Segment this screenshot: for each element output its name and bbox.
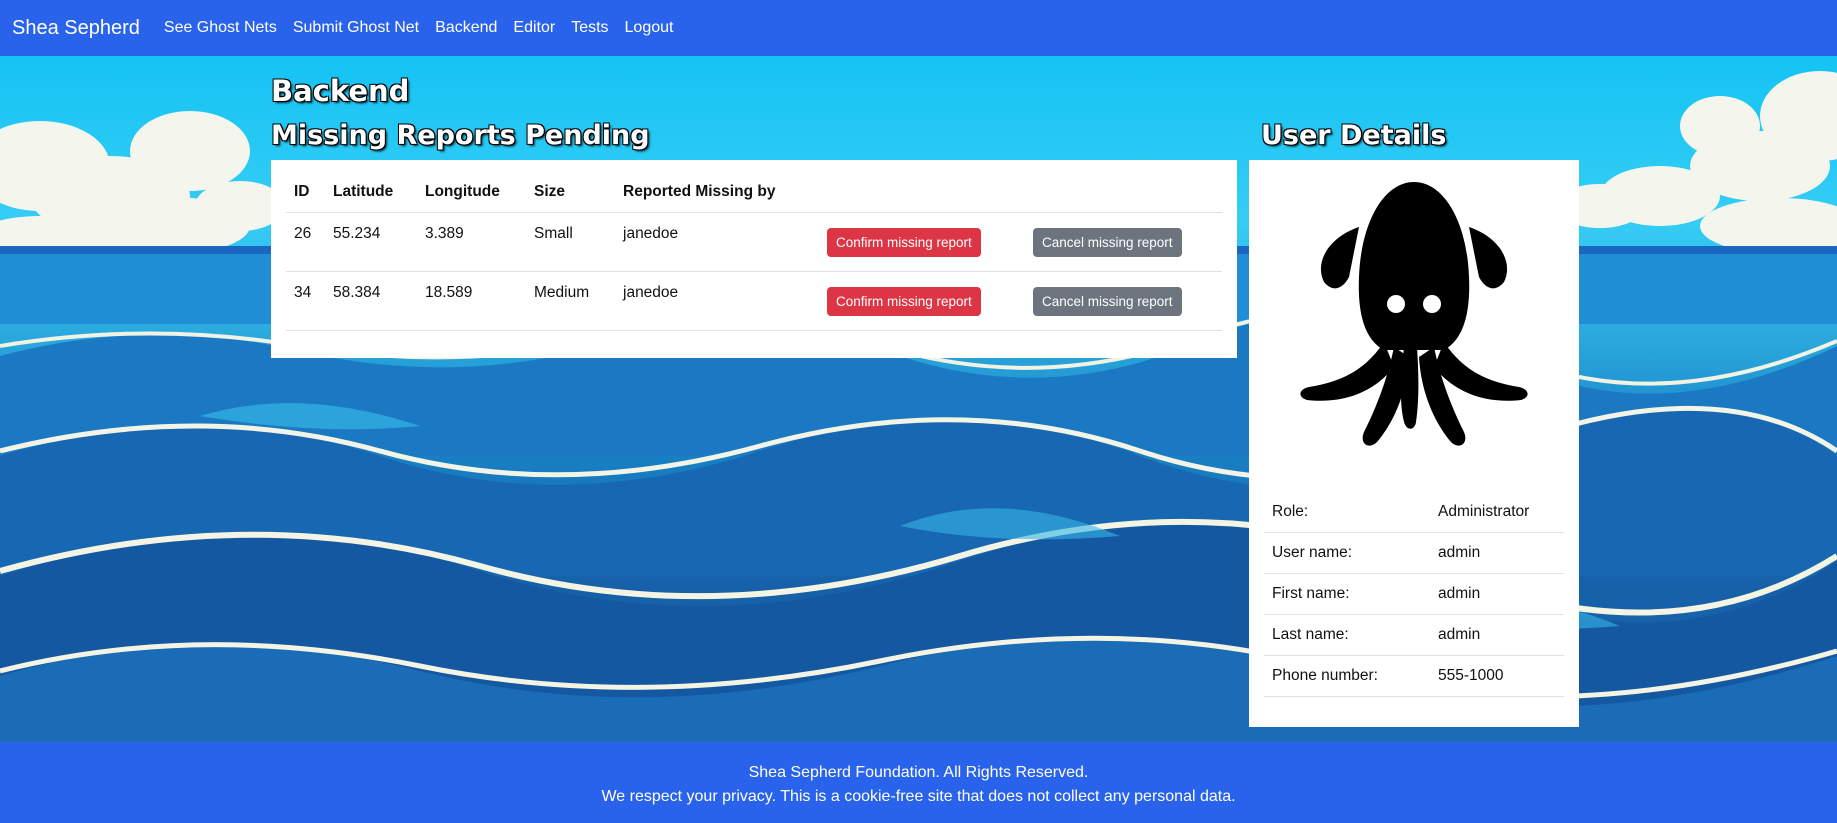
confirm-missing-report-button[interactable]: Confirm missing report: [827, 228, 981, 257]
table-header-row: ID Latitude Longitude Size Reported Miss…: [286, 170, 1222, 213]
brand-link[interactable]: Shea Sepherd: [12, 17, 140, 40]
cell-latitude: 58.384: [325, 271, 417, 331]
detail-label: User name:: [1264, 532, 1430, 574]
cell-longitude: 18.589: [417, 271, 526, 331]
cell-latitude: 55.234: [325, 212, 417, 272]
pending-reports-table: ID Latitude Longitude Size Reported Miss…: [286, 170, 1222, 331]
clouds-left: [0, 111, 285, 266]
detail-label: First name:: [1264, 573, 1430, 615]
detail-value: 555-1000: [1430, 655, 1564, 697]
detail-value: admin: [1430, 532, 1564, 574]
footer-copyright: Shea Sepherd Foundation. All Rights Rese…: [748, 764, 1089, 781]
cell-id: 34: [286, 271, 325, 331]
detail-label: Last name:: [1264, 614, 1430, 656]
detail-row-first-name: First name: admin: [1264, 573, 1564, 615]
table-row: 26 55.234 3.389 Small janedoe Confirm mi…: [286, 212, 1222, 272]
clouds-right: [1555, 71, 1837, 254]
cell-size: Medium: [526, 271, 615, 331]
cell-reported-by: janedoe: [615, 271, 819, 331]
navbar: Shea Sepherd See Ghost Nets Submit Ghost…: [0, 0, 1837, 56]
user-details-card: Role: Administrator User name: admin Fir…: [1249, 160, 1579, 727]
footer: Shea Sepherd Foundation. All Rights Rese…: [0, 742, 1837, 823]
confirm-missing-report-button[interactable]: Confirm missing report: [827, 287, 981, 316]
col-header-id: ID: [286, 170, 325, 213]
cell-longitude: 3.389: [417, 212, 526, 272]
col-header-cancel: [1025, 170, 1222, 213]
detail-row-last-name: Last name: admin: [1264, 614, 1564, 656]
nav-link-tests[interactable]: Tests: [571, 19, 608, 37]
cancel-missing-report-button[interactable]: Cancel missing report: [1033, 228, 1182, 257]
cell-id: 26: [286, 212, 325, 272]
cell-confirm: Confirm missing report: [819, 271, 1025, 331]
squid-icon: [1300, 182, 1528, 446]
detail-label: Role:: [1264, 492, 1430, 533]
user-details-table: Role: Administrator User name: admin Fir…: [1264, 492, 1564, 697]
footer-privacy-note: We respect your privacy. This is a cooki…: [601, 788, 1236, 805]
cancel-missing-report-button[interactable]: Cancel missing report: [1033, 287, 1182, 316]
detail-value: admin: [1430, 614, 1564, 656]
nav-link-submit-ghost-net[interactable]: Submit Ghost Net: [293, 19, 419, 37]
nav-link-see-ghost-nets[interactable]: See Ghost Nets: [164, 19, 277, 37]
nav-link-editor[interactable]: Editor: [513, 19, 555, 37]
col-header-size: Size: [526, 170, 615, 213]
table-row: 34 58.384 18.589 Medium janedoe Confirm …: [286, 271, 1222, 331]
col-header-confirm: [819, 170, 1025, 213]
nav-link-logout[interactable]: Logout: [625, 19, 674, 37]
cell-cancel: Cancel missing report: [1025, 271, 1222, 331]
user-details-heading: User Details: [1261, 120, 1447, 151]
cell-size: Small: [526, 212, 615, 272]
nav-link-backend[interactable]: Backend: [435, 19, 497, 37]
cell-cancel: Cancel missing report: [1025, 212, 1222, 272]
pending-reports-card: ID Latitude Longitude Size Reported Miss…: [271, 160, 1237, 358]
detail-value: admin: [1430, 573, 1564, 615]
page-title: Backend: [271, 74, 410, 108]
pending-reports-heading: Missing Reports Pending: [271, 120, 650, 151]
detail-row-username: User name: admin: [1264, 532, 1564, 574]
col-header-longitude: Longitude: [417, 170, 526, 213]
detail-row-phone: Phone number: 555-1000: [1264, 655, 1564, 697]
col-header-latitude: Latitude: [325, 170, 417, 213]
cell-confirm: Confirm missing report: [819, 212, 1025, 272]
detail-value: Administrator: [1430, 492, 1564, 533]
cell-reported-by: janedoe: [615, 212, 819, 272]
detail-label: Phone number:: [1264, 655, 1430, 697]
col-header-reported-by: Reported Missing by: [615, 170, 819, 213]
detail-row-role: Role: Administrator: [1264, 492, 1564, 533]
